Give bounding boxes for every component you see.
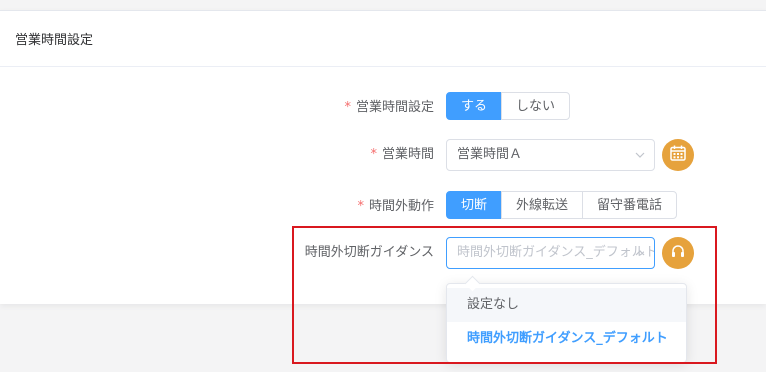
guidance-dropdown: 設定なし 時間外切断ガイダンス_デフォルト <box>446 275 687 363</box>
business-hours-label: * 営業時間 <box>370 147 434 162</box>
chevron-down-icon <box>635 140 645 170</box>
after-hours-guidance-placeholder: 時間外切断ガイダンス_デフォルト <box>457 245 655 260</box>
headphones-icon <box>670 243 686 263</box>
required-mark: * <box>370 147 377 162</box>
after-hours-action-toggle: 切断 外線転送 留守番電話 <box>446 191 678 219</box>
option-disable-button[interactable]: しない <box>501 92 571 120</box>
required-mark: * <box>357 199 364 214</box>
required-mark: * <box>344 100 351 115</box>
calendar-button[interactable] <box>662 139 694 171</box>
after-hours-action-label: * 時間外動作 <box>357 199 434 214</box>
option-external-transfer-button[interactable]: 外線転送 <box>501 191 584 219</box>
dropdown-option-none[interactable]: 設定なし <box>447 288 686 322</box>
dropdown-option-default-guidance[interactable]: 時間外切断ガイダンス_デフォルト <box>447 322 686 356</box>
chevron-up-icon <box>635 238 645 268</box>
headphones-button[interactable] <box>662 237 694 269</box>
calendar-icon <box>669 144 687 166</box>
option-disconnect-button[interactable]: 切断 <box>446 191 503 219</box>
business-hours-select[interactable]: 営業時間Ａ <box>446 139 655 171</box>
after-hours-guidance-select[interactable]: 時間外切断ガイダンス_デフォルト <box>446 237 655 269</box>
business-hours-setting-row: * 営業時間設定 する しない <box>0 92 766 124</box>
option-voicemail-button[interactable]: 留守番電話 <box>582 191 678 219</box>
business-hours-value: 営業時間Ａ <box>457 147 523 162</box>
after-hours-guidance-label: 時間外切断ガイダンス <box>304 245 434 260</box>
after-hours-guidance-row: 時間外切断ガイダンス 時間外切断ガイダンス_デフォルト <box>0 237 766 269</box>
option-enable-button[interactable]: する <box>446 92 503 120</box>
business-hours-row: * 営業時間 営業時間Ａ <box>0 139 766 171</box>
business-hours-setting-toggle: する しない <box>446 92 571 120</box>
business-hours-setting-label: * 営業時間設定 <box>344 100 434 115</box>
settings-card: 営業時間設定 * 営業時間設定 する しない * 営業時間 営業時間Ａ * 時間… <box>0 10 766 304</box>
card-title: 営業時間設定 <box>0 11 766 67</box>
after-hours-action-row: * 時間外動作 切断 外線転送 留守番電話 <box>0 191 766 223</box>
